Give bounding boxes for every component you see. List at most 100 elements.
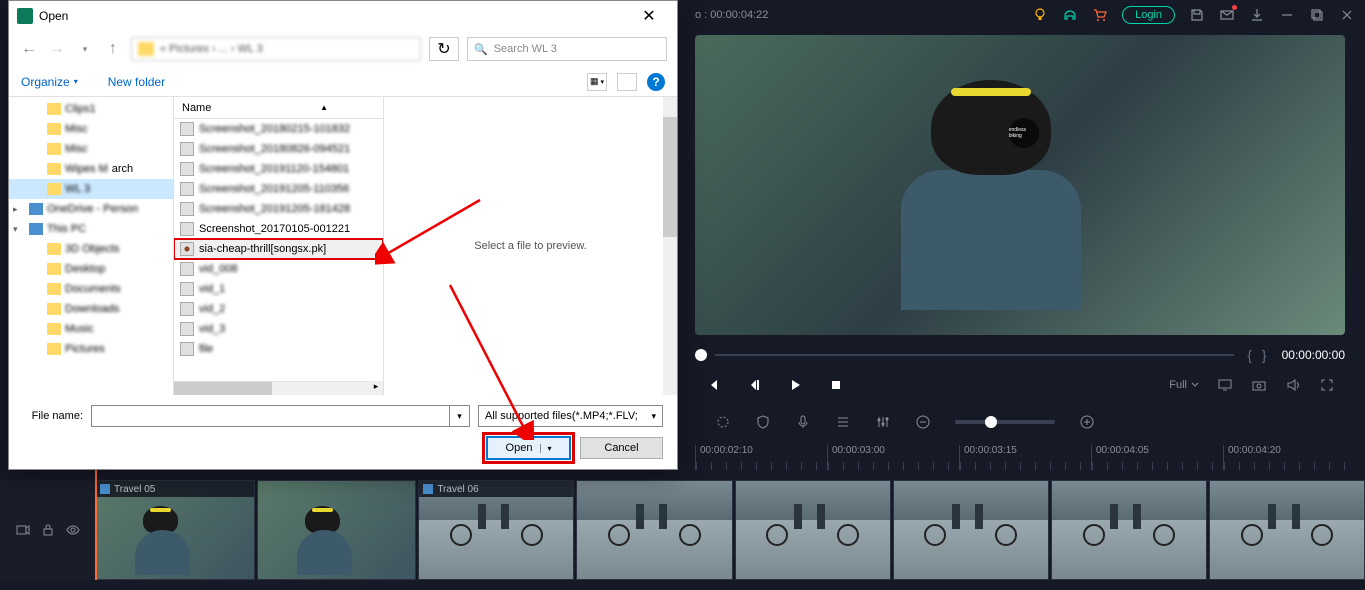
- nav-recent-button[interactable]: ▾: [75, 39, 95, 59]
- column-header-name[interactable]: Name ▲: [174, 97, 383, 119]
- shield-icon[interactable]: [755, 414, 771, 430]
- timeline-clip[interactable]: [735, 480, 891, 580]
- filename-dropdown[interactable]: ▾: [450, 405, 470, 427]
- timeline-ruler[interactable]: 00:00:02:10 00:00:03:00 00:00:03:15 00:0…: [695, 445, 1355, 470]
- cart-icon[interactable]: [1092, 7, 1108, 23]
- visibility-icon[interactable]: [66, 523, 80, 537]
- fullscreen-icon[interactable]: [1319, 377, 1335, 393]
- preview-scrubber[interactable]: { } 00:00:00:00: [695, 345, 1345, 365]
- play-button[interactable]: [787, 377, 803, 393]
- step-back-button[interactable]: [746, 377, 762, 393]
- timeline-clip[interactable]: Travel 05: [95, 480, 255, 580]
- tree-item[interactable]: Misc: [9, 139, 173, 159]
- search-input[interactable]: 🔍 Search WL 3: [467, 37, 667, 61]
- timeline-clip[interactable]: Travel 06: [418, 480, 574, 580]
- file-item[interactable]: Screenshot_20191120-154801: [174, 159, 383, 179]
- folder-tree[interactable]: Clips1MiscMiscWipes MarchWL 3▸OneDrive -…: [9, 97, 174, 395]
- timeline-clip[interactable]: [257, 480, 417, 580]
- stop-button[interactable]: [828, 377, 844, 393]
- close-app-icon[interactable]: [1339, 7, 1355, 23]
- tree-item[interactable]: WL 3: [9, 179, 173, 199]
- dialog-titlebar[interactable]: Open ✕: [9, 1, 677, 31]
- scrubber-handle[interactable]: [695, 349, 707, 361]
- tree-item[interactable]: Pictures: [9, 339, 173, 359]
- file-item[interactable]: file: [174, 339, 383, 359]
- save-icon[interactable]: [1189, 7, 1205, 23]
- cancel-button[interactable]: Cancel: [580, 437, 663, 459]
- organize-menu[interactable]: Organize ▾: [21, 75, 78, 89]
- file-item[interactable]: vid_2: [174, 299, 383, 319]
- timeline-clip[interactable]: [1051, 480, 1207, 580]
- mark-out[interactable]: }: [1262, 347, 1267, 363]
- nav-back-button[interactable]: ←: [19, 39, 39, 59]
- snapshot-icon[interactable]: [1251, 377, 1267, 393]
- open-button[interactable]: Open ▾: [487, 437, 570, 459]
- nav-forward-button[interactable]: →: [47, 39, 67, 59]
- timeline-clips[interactable]: Travel 05 Travel 06: [95, 480, 1365, 580]
- timeline-clip[interactable]: [1209, 480, 1365, 580]
- help-button[interactable]: ?: [647, 73, 665, 91]
- file-item[interactable]: Screenshot_20191205-181428: [174, 199, 383, 219]
- mark-in[interactable]: {: [1247, 347, 1252, 363]
- tree-item[interactable]: Desktop: [9, 259, 173, 279]
- prev-frame-button[interactable]: [705, 377, 721, 393]
- video-track-icon[interactable]: [16, 523, 30, 537]
- ruler-mark: 00:00:02:10: [695, 445, 827, 470]
- nav-up-button[interactable]: ↑: [103, 39, 123, 59]
- filetype-filter[interactable]: All supported files(*.MP4;*.FLV; ▾: [478, 405, 663, 427]
- file-item[interactable]: Screenshot_20191205-110356: [174, 179, 383, 199]
- headset-icon[interactable]: [1062, 7, 1078, 23]
- new-folder-button[interactable]: New folder: [108, 75, 165, 89]
- tree-item[interactable]: ▸OneDrive - Person: [9, 199, 173, 219]
- file-item[interactable]: Screenshot_20180826-094521: [174, 139, 383, 159]
- lock-track-icon[interactable]: [41, 523, 55, 537]
- monitor-icon[interactable]: [1217, 377, 1233, 393]
- file-item[interactable]: Screenshot_20180215-101832: [174, 119, 383, 139]
- maximize-icon[interactable]: [1309, 7, 1325, 23]
- dialog-close-button[interactable]: ✕: [629, 6, 669, 26]
- mic-icon[interactable]: [795, 414, 811, 430]
- list-icon[interactable]: [835, 414, 851, 430]
- file-list[interactable]: Name ▲ Screenshot_20180215-101832Screens…: [174, 97, 384, 395]
- mixer-icon[interactable]: [875, 414, 891, 430]
- tree-item[interactable]: Misc: [9, 119, 173, 139]
- vertical-scrollbar[interactable]: [663, 97, 677, 395]
- timeline-clip[interactable]: [576, 480, 732, 580]
- preview-pane-button[interactable]: [617, 73, 637, 91]
- video-preview: endless biking: [695, 35, 1345, 335]
- file-item[interactable]: vid_3: [174, 319, 383, 339]
- filename-input[interactable]: [91, 405, 450, 427]
- file-item[interactable]: Screenshot_20170105-001221: [174, 219, 383, 239]
- zoom-handle[interactable]: [985, 416, 997, 428]
- file-item[interactable]: sia-cheap-thrill[songsx.pk]: [174, 239, 383, 259]
- target-icon[interactable]: [715, 414, 731, 430]
- tree-item[interactable]: Downloads: [9, 299, 173, 319]
- refresh-button[interactable]: ↻: [429, 37, 459, 61]
- minimize-icon[interactable]: [1279, 7, 1295, 23]
- tree-item[interactable]: Music: [9, 319, 173, 339]
- tree-item[interactable]: 3D Objects: [9, 239, 173, 259]
- horizontal-scrollbar[interactable]: [174, 381, 369, 395]
- mail-icon[interactable]: [1219, 7, 1235, 23]
- tree-item[interactable]: Documents: [9, 279, 173, 299]
- timeline-clip[interactable]: [893, 480, 1049, 580]
- tree-item[interactable]: Wipes March: [9, 159, 173, 179]
- login-button[interactable]: Login: [1122, 6, 1175, 24]
- volume-icon[interactable]: [1285, 377, 1301, 393]
- search-icon: 🔍: [474, 43, 488, 56]
- address-bar[interactable]: « Pictures › ... › WL 3: [131, 37, 421, 61]
- quality-dropdown[interactable]: Full: [1169, 379, 1199, 391]
- file-item[interactable]: vid_008: [174, 259, 383, 279]
- folder-icon: [138, 42, 154, 56]
- view-mode-button[interactable]: ▦▾: [587, 73, 607, 91]
- tree-item[interactable]: ▾This PC: [9, 219, 173, 239]
- filename-label: File name:: [23, 410, 83, 422]
- tree-item[interactable]: Clips1: [9, 99, 173, 119]
- file-item[interactable]: vid_1: [174, 279, 383, 299]
- idea-icon[interactable]: [1032, 7, 1048, 23]
- zoom-slider[interactable]: [955, 420, 1055, 424]
- scrubber-track[interactable]: [715, 354, 1234, 356]
- download-icon[interactable]: [1249, 7, 1265, 23]
- zoom-in-icon[interactable]: [1079, 414, 1095, 430]
- zoom-out-icon[interactable]: [915, 414, 931, 430]
